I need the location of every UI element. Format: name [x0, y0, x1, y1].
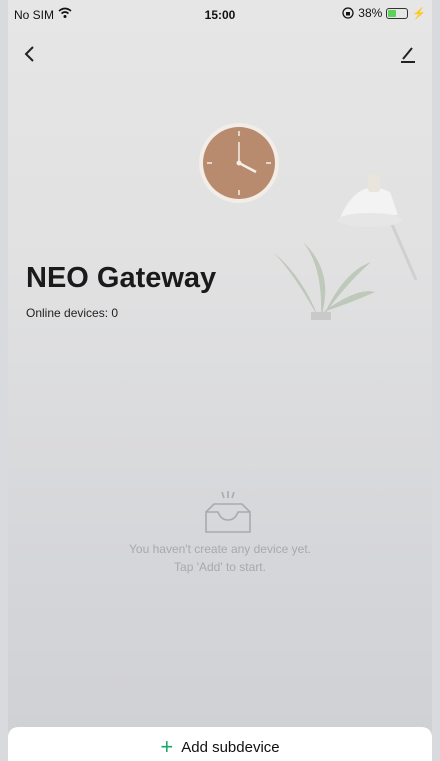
rotation-lock-icon — [342, 7, 354, 19]
add-subdevice-button[interactable]: + Add subdevice — [8, 734, 432, 759]
back-chevron-icon[interactable] — [22, 44, 38, 64]
wall-clock-illustration — [199, 123, 279, 203]
bottom-action-bar: + Add subdevice — [8, 727, 432, 761]
online-devices-count: Online devices: 0 — [26, 306, 119, 320]
battery-icon — [386, 7, 409, 19]
battery-fill — [388, 9, 396, 17]
empty-state-line-2: Tap 'Add' to start. — [174, 560, 266, 574]
device-screen: No SIM 15:00 38% ⚡ NEO Gateway Online de… — [8, 0, 432, 761]
plus-icon: + — [160, 734, 174, 759]
status-right: 38% ⚡ — [342, 6, 426, 20]
empty-state-message: You haven't create any device yet. Tap '… — [8, 540, 432, 576]
gateway-title: NEO Gateway — [26, 262, 217, 294]
status-bar: No SIM 15:00 38% ⚡ — [8, 0, 432, 28]
charging-bolt-icon: ⚡ — [412, 7, 426, 20]
add-subdevice-label: Add subdevice — [181, 738, 280, 756]
battery-percent: 38% — [358, 6, 383, 20]
edit-pencil-icon[interactable] — [398, 44, 418, 64]
plant-illustration — [273, 242, 375, 320]
empty-state-line-1: You haven't create any device yet. — [129, 542, 311, 556]
empty-tray-icon — [205, 491, 251, 533]
